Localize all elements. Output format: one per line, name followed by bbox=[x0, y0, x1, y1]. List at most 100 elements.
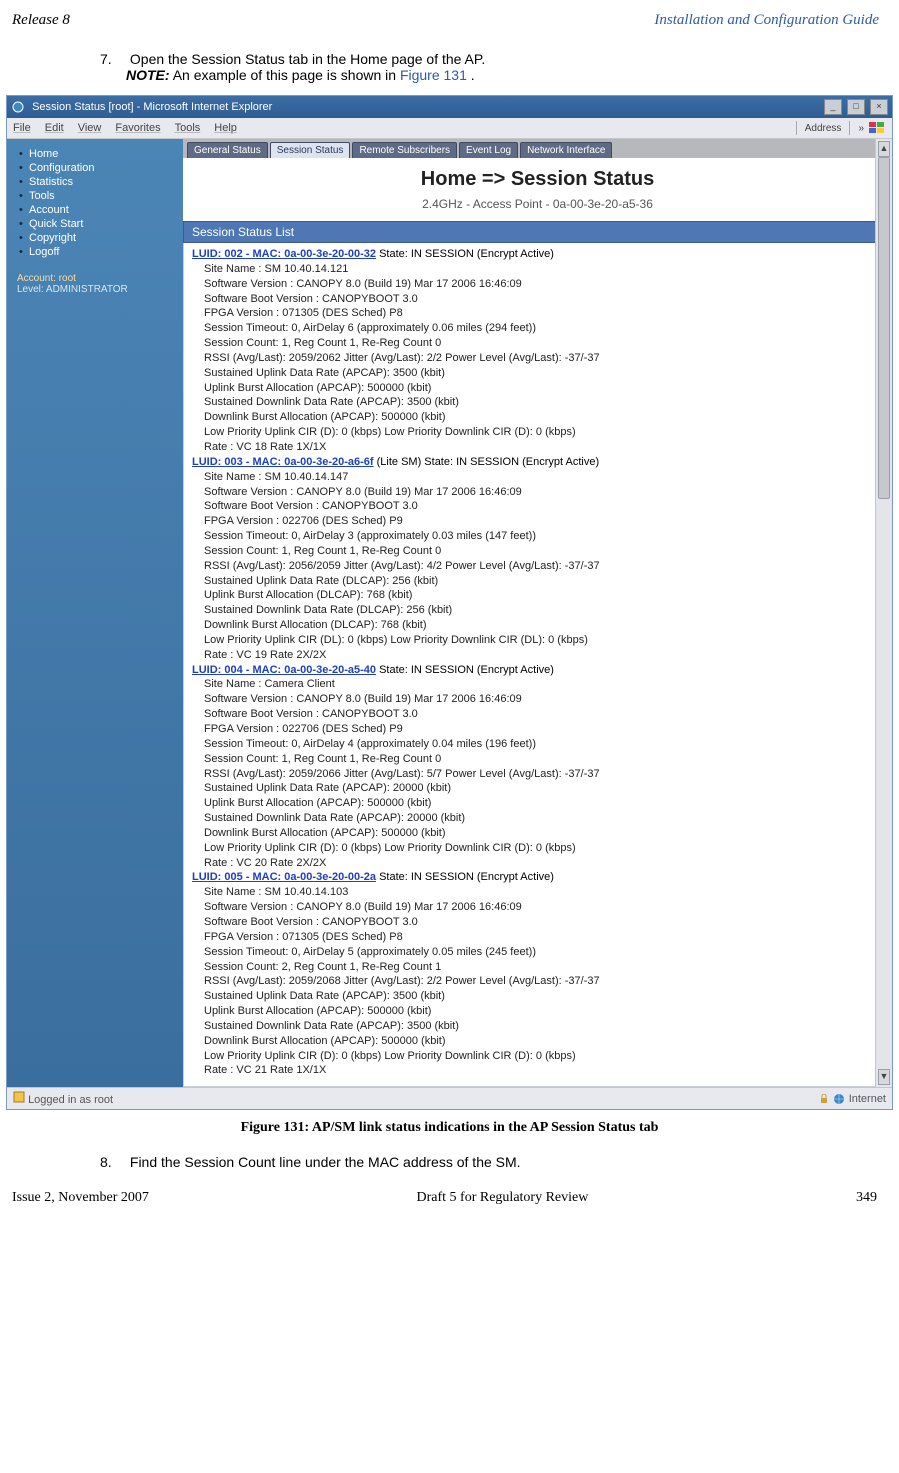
close-button[interactable]: × bbox=[870, 99, 888, 115]
step-text: Find the Session Count line under the MA… bbox=[130, 1154, 521, 1170]
session-detail-row: Sustained Uplink Data Rate (APCAP): 2000… bbox=[192, 781, 883, 796]
session-detail-row: Session Count: 1, Reg Count 1, Re-Reg Co… bbox=[192, 544, 883, 559]
session-detail-row: Sustained Uplink Data Rate (APCAP): 3500… bbox=[192, 989, 883, 1004]
menu-tools[interactable]: Tools bbox=[175, 122, 201, 134]
scroll-down-icon[interactable]: ▼ bbox=[878, 1069, 890, 1085]
session-detail-row: Low Priority Uplink CIR (D): 0 (kbps) Lo… bbox=[192, 841, 883, 856]
session-detail-row: Session Count: 1, Reg Count 1, Re-Reg Co… bbox=[192, 752, 883, 767]
session-detail-row: Software Boot Version : CANOPYBOOT 3.0 bbox=[192, 707, 883, 722]
header-left: Release 8 bbox=[12, 12, 70, 29]
sidebar-item-tools[interactable]: Tools bbox=[17, 189, 173, 203]
minimize-button[interactable]: _ bbox=[824, 99, 842, 115]
session-detail-row: Low Priority Uplink CIR (D): 0 (kbps) Lo… bbox=[192, 1049, 883, 1064]
window-controls[interactable]: _ □ × bbox=[822, 99, 888, 115]
status-icon bbox=[13, 1091, 25, 1103]
menu-file[interactable]: File bbox=[13, 122, 31, 134]
sidebar-item-statistics[interactable]: Statistics bbox=[17, 175, 173, 189]
session-detail-row: Sustained Downlink Data Rate (APCAP): 35… bbox=[192, 1019, 883, 1034]
menu-favorites[interactable]: Favorites bbox=[115, 122, 160, 134]
session-detail-row: FPGA Version : 071305 (DES Sched) P8 bbox=[192, 306, 883, 321]
session-state: State: IN SESSION (Encrypt Active) bbox=[379, 248, 554, 260]
footer-mid: Draft 5 for Regulatory Review bbox=[417, 1190, 589, 1206]
sidebar-item-configuration[interactable]: Configuration bbox=[17, 161, 173, 175]
menu-help[interactable]: Help bbox=[214, 122, 237, 134]
maximize-button[interactable]: □ bbox=[847, 99, 865, 115]
sidebar-item-logoff[interactable]: Logoff bbox=[17, 245, 173, 259]
session-detail-row: Uplink Burst Allocation (APCAP): 500000 … bbox=[192, 1004, 883, 1019]
level-label: Level: ADMINISTRATOR bbox=[7, 284, 183, 295]
session-entry: LUID: 004 - MAC: 0a-00-3e-20-a5-40 State… bbox=[192, 663, 883, 871]
session-detail-row: Rate : VC 19 Rate 2X/2X bbox=[192, 648, 883, 663]
session-detail-row: RSSI (Avg/Last): 2059/2062 Jitter (Avg/L… bbox=[192, 351, 883, 366]
tab-network-interface[interactable]: Network Interface bbox=[520, 142, 612, 158]
tab-general-status[interactable]: General Status bbox=[187, 142, 268, 158]
luid-link[interactable]: LUID: 004 - MAC: 0a-00-3e-20-a5-40 bbox=[192, 664, 376, 676]
session-detail-row: Session Timeout: 0, AirDelay 6 (approxim… bbox=[192, 321, 883, 336]
ie-icon bbox=[11, 100, 25, 114]
running-footer: Issue 2, November 2007 Draft 5 for Regul… bbox=[0, 1182, 899, 1220]
session-detail-row: Sustained Downlink Data Rate (APCAP): 20… bbox=[192, 811, 883, 826]
session-detail-row: Downlink Burst Allocation (APCAP): 50000… bbox=[192, 826, 883, 841]
session-detail-row: Software Boot Version : CANOPYBOOT 3.0 bbox=[192, 292, 883, 307]
toolbar-arrows[interactable]: » bbox=[858, 123, 864, 134]
address-label: Address bbox=[805, 123, 842, 134]
session-detail-row: Rate : VC 21 Rate 1X/1X bbox=[192, 1063, 883, 1078]
account-label: Account: root bbox=[7, 273, 183, 284]
session-detail-row: Session Timeout: 0, AirDelay 5 (approxim… bbox=[192, 945, 883, 960]
status-bar: Logged in as root Internet bbox=[7, 1087, 892, 1109]
session-detail-row: Session Timeout: 0, AirDelay 3 (approxim… bbox=[192, 529, 883, 544]
session-detail-row: FPGA Version : 071305 (DES Sched) P8 bbox=[192, 930, 883, 945]
globe-icon bbox=[833, 1093, 845, 1105]
scrollbar[interactable]: ▲ ▼ bbox=[875, 139, 892, 1087]
session-entry: LUID: 003 - MAC: 0a-00-3e-20-a6-6f (Lite… bbox=[192, 455, 883, 663]
windows-logo-icon bbox=[868, 121, 886, 135]
status-right: Internet bbox=[849, 1093, 886, 1105]
session-detail-row: Software Version : CANOPY 8.0 (Build 19)… bbox=[192, 692, 883, 707]
session-detail-row: Downlink Burst Allocation (DLCAP): 768 (… bbox=[192, 618, 883, 633]
session-detail-row: Downlink Burst Allocation (APCAP): 50000… bbox=[192, 1034, 883, 1049]
menubar: File Edit View Favorites Tools Help Address » bbox=[7, 118, 892, 139]
session-detail-row: Rate : VC 18 Rate 1X/1X bbox=[192, 440, 883, 455]
menu-view[interactable]: View bbox=[78, 122, 102, 134]
running-header: Release 8 Installation and Configuration… bbox=[0, 0, 899, 35]
session-detail-row: Low Priority Uplink CIR (DL): 0 (kbps) L… bbox=[192, 633, 883, 648]
session-detail-row: Software Boot Version : CANOPYBOOT 3.0 bbox=[192, 915, 883, 930]
luid-link[interactable]: LUID: 003 - MAC: 0a-00-3e-20-a6-6f bbox=[192, 456, 374, 468]
session-detail-row: Session Timeout: 0, AirDelay 4 (approxim… bbox=[192, 737, 883, 752]
sidebar-item-account[interactable]: Account bbox=[17, 203, 173, 217]
list-header: Session Status List bbox=[183, 221, 892, 243]
menu-edit[interactable]: Edit bbox=[45, 122, 64, 134]
tab-session-status[interactable]: Session Status bbox=[270, 142, 351, 158]
sidebar-item-copyright[interactable]: Copyright bbox=[17, 231, 173, 245]
session-detail-row: Downlink Burst Allocation (APCAP): 50000… bbox=[192, 410, 883, 425]
session-entries: LUID: 002 - MAC: 0a-00-3e-20-00-32 State… bbox=[183, 243, 892, 1087]
session-detail-row: Software Version : CANOPY 8.0 (Build 19)… bbox=[192, 277, 883, 292]
luid-link[interactable]: LUID: 005 - MAC: 0a-00-3e-20-00-2a bbox=[192, 871, 376, 883]
note-suffix: . bbox=[471, 67, 475, 83]
lock-icon bbox=[819, 1094, 829, 1104]
sidebar-item-quick-start[interactable]: Quick Start bbox=[17, 217, 173, 231]
tab-remote-subscribers[interactable]: Remote Subscribers bbox=[352, 142, 457, 158]
session-detail-row: Site Name : SM 10.40.14.103 bbox=[192, 885, 883, 900]
session-detail-row: RSSI (Avg/Last): 2059/2068 Jitter (Avg/L… bbox=[192, 974, 883, 989]
figure-caption: Figure 131: AP/SM link status indication… bbox=[0, 1120, 899, 1136]
figure-link[interactable]: Figure 131 bbox=[400, 67, 467, 83]
session-state: State: IN SESSION (Encrypt Active) bbox=[379, 664, 554, 676]
luid-link[interactable]: LUID: 002 - MAC: 0a-00-3e-20-00-32 bbox=[192, 248, 376, 260]
session-entry: LUID: 002 - MAC: 0a-00-3e-20-00-32 State… bbox=[192, 247, 883, 455]
window-title: Session Status [root] - Microsoft Intern… bbox=[32, 101, 272, 113]
status-left: Logged in as root bbox=[28, 1094, 113, 1106]
session-detail-row: Software Version : CANOPY 8.0 (Build 19)… bbox=[192, 900, 883, 915]
footer-right: 349 bbox=[856, 1190, 877, 1206]
session-detail-row: Sustained Downlink Data Rate (APCAP): 35… bbox=[192, 395, 883, 410]
step-number: 8. bbox=[100, 1154, 126, 1170]
tab-event-log[interactable]: Event Log bbox=[459, 142, 518, 158]
sidebar-item-home[interactable]: Home bbox=[17, 147, 173, 161]
session-detail-row: Uplink Burst Allocation (APCAP): 500000 … bbox=[192, 381, 883, 396]
session-detail-row: Sustained Downlink Data Rate (DLCAP): 25… bbox=[192, 603, 883, 618]
scroll-thumb[interactable] bbox=[878, 157, 890, 499]
session-detail-row: Low Priority Uplink CIR (D): 0 (kbps) Lo… bbox=[192, 425, 883, 440]
session-detail-row: FPGA Version : 022706 (DES Sched) P9 bbox=[192, 722, 883, 737]
scroll-up-icon[interactable]: ▲ bbox=[878, 141, 890, 157]
titlebar: Session Status [root] - Microsoft Intern… bbox=[7, 96, 892, 118]
